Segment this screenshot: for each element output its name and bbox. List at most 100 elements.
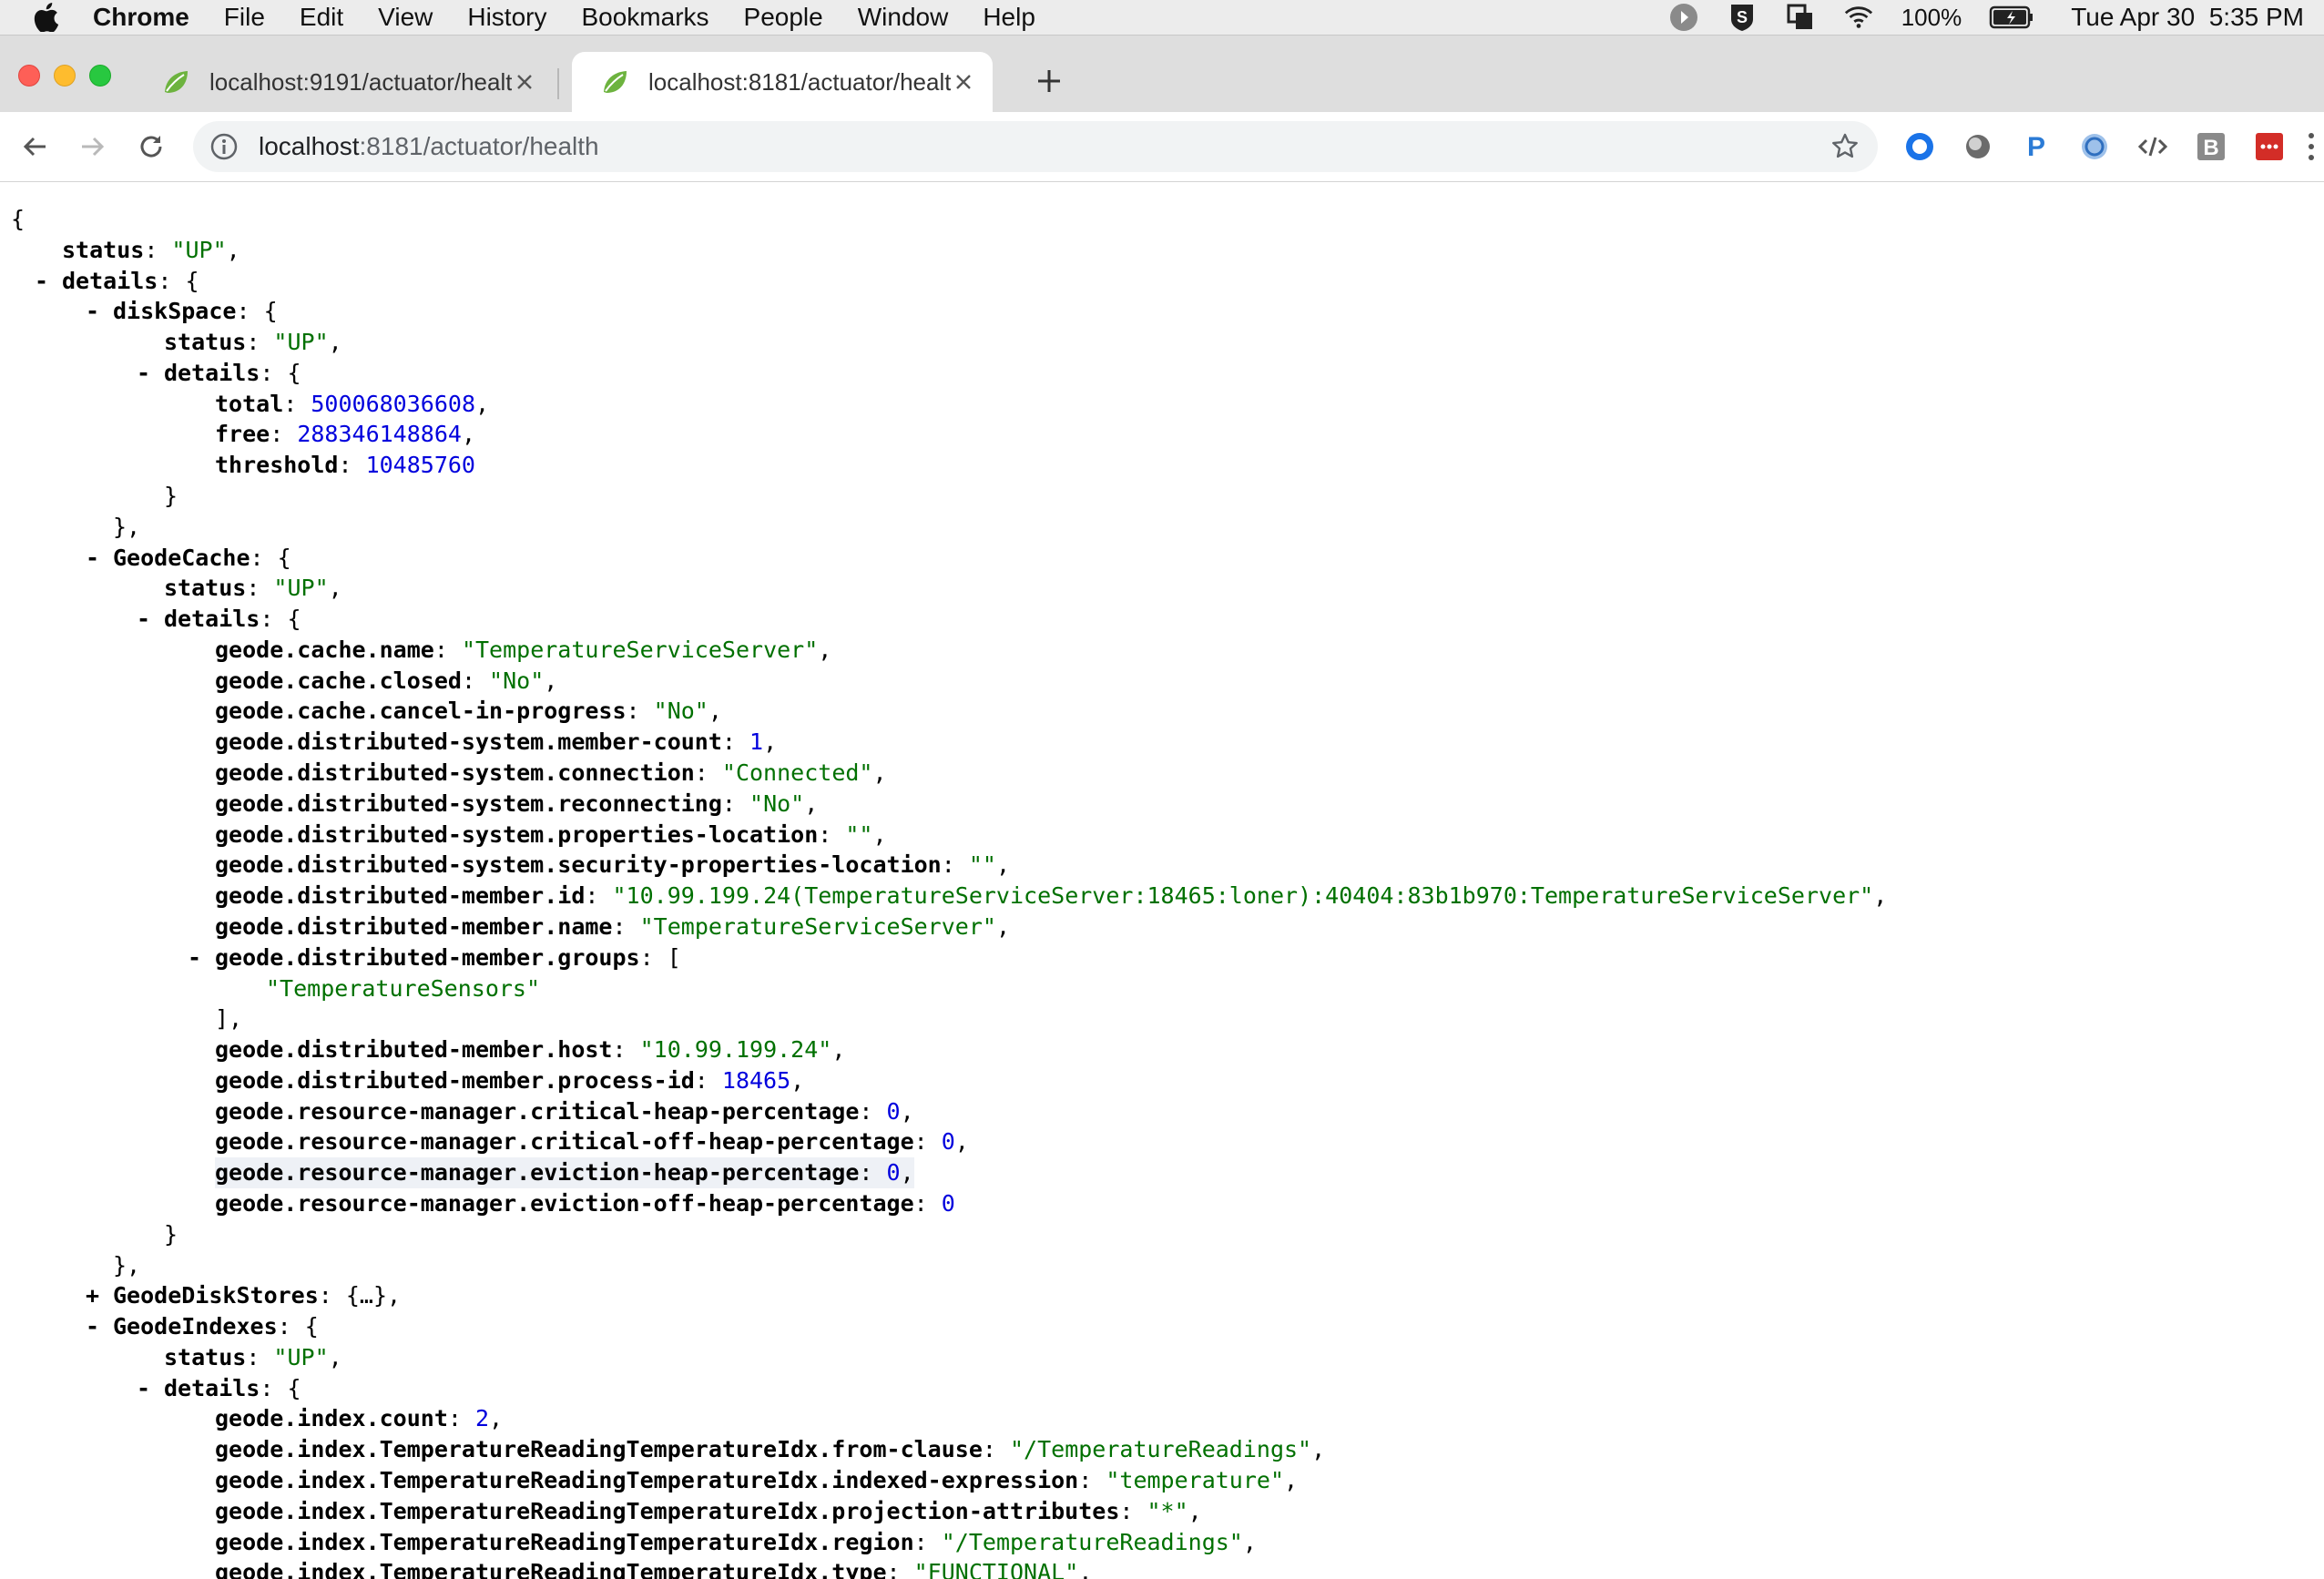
json-line: ], [215, 1003, 242, 1034]
extension-b-icon[interactable]: B [2195, 130, 2227, 163]
json-punctuation: , [1311, 1436, 1326, 1463]
apple-icon[interactable] [31, 2, 62, 33]
media-play-icon[interactable] [1668, 2, 1699, 33]
json-line: geode.resource-manager.eviction-heap-per… [215, 1157, 914, 1189]
minimize-window-button[interactable] [54, 65, 76, 87]
expand-toggle[interactable]: + [86, 1280, 99, 1311]
collapse-toggle[interactable]: - [137, 1373, 150, 1404]
collapse-toggle[interactable]: - [86, 1311, 99, 1342]
shield-s-icon[interactable]: S [1727, 2, 1758, 33]
extension-circle-blue-icon[interactable] [1903, 130, 1936, 163]
collapse-toggle[interactable]: - [188, 942, 201, 973]
reload-button[interactable] [133, 128, 169, 165]
tab-close-icon[interactable] [951, 69, 976, 95]
battery-icon[interactable] [1989, 2, 2034, 33]
collapse-toggle[interactable]: - [86, 296, 99, 327]
json-punctuation: , [995, 912, 1011, 940]
chrome-menu-icon[interactable] [2302, 130, 2320, 163]
extension-lastpass-icon[interactable] [2253, 130, 2286, 163]
close-window-button[interactable] [18, 65, 40, 87]
json-string-value: "TemperatureServiceServer" [639, 912, 996, 940]
tab-close-icon[interactable] [512, 69, 537, 95]
json-key: status [164, 1343, 247, 1370]
menu-history[interactable]: History [467, 3, 546, 32]
collapse-toggle[interactable]: - [137, 604, 150, 635]
tab-localhost-9191[interactable]: localhost:9191/actuator/health [133, 52, 554, 112]
arrow-right-icon [82, 137, 105, 157]
extension-grey-orb-icon[interactable] [1962, 130, 1994, 163]
json-punctuation: : [1078, 1466, 1106, 1493]
json-punctuation: , [831, 1036, 846, 1064]
url-path: :8181/actuator/health [359, 132, 599, 160]
json-key: threshold [215, 452, 339, 479]
menu-file[interactable]: File [224, 3, 265, 32]
wifi-icon[interactable] [1843, 2, 1874, 33]
json-line: geode.index.count: 2, [215, 1403, 503, 1434]
json-key: geode.cache.closed [215, 667, 462, 694]
fullscreen-window-button[interactable] [89, 65, 111, 87]
extension-p-icon[interactable]: P [2020, 130, 2053, 163]
json-viewer: {status: "UP", - details: {- diskSpace: {st… [0, 182, 2324, 1579]
extension-code-icon[interactable] [2136, 130, 2169, 163]
json-punctuation: : [694, 1066, 722, 1094]
json-punctuation: , [900, 1097, 914, 1125]
json-string-value: "No" [653, 698, 708, 725]
json-punctuation: : [859, 1159, 887, 1187]
info-icon[interactable] [209, 132, 239, 161]
json-string-value: "UP" [273, 1343, 329, 1370]
menu-window[interactable]: Window [858, 3, 949, 32]
menu-view[interactable]: View [378, 3, 433, 32]
collapse-toggle[interactable]: - [86, 543, 99, 574]
collapse-toggle[interactable]: - [137, 358, 150, 389]
menu-app-chrome[interactable]: Chrome [93, 3, 189, 32]
json-number-value: 0 [941, 1189, 955, 1217]
json-punctuation: : { [260, 606, 301, 633]
json-key: geode.distributed-member.name [215, 912, 613, 940]
json-punctuation: : { [260, 1374, 301, 1401]
address-bar[interactable]: localhost:8181/actuator/health [193, 121, 1878, 172]
json-line: }, [113, 512, 140, 543]
arrow-left-icon [23, 137, 46, 157]
collapse-toggle[interactable]: - [35, 266, 48, 297]
json-punctuation: : [612, 1036, 640, 1064]
menu-edit[interactable]: Edit [300, 3, 343, 32]
json-number-value: 2 [474, 1405, 490, 1432]
url-text[interactable]: localhost:8181/actuator/health [259, 132, 599, 161]
json-punctuation: : [433, 636, 462, 663]
json-line: total: 500068036608, [215, 389, 489, 420]
clock[interactable]: Tue Apr 30 5:35 PM [2071, 3, 2304, 32]
back-button[interactable] [16, 128, 53, 165]
menu-help[interactable]: Help [983, 3, 1035, 32]
json-punctuation: } [164, 483, 178, 510]
json-line: geode.cache.closed: "No", [215, 666, 557, 697]
extension-globe-icon[interactable] [2078, 130, 2111, 163]
json-punctuation: : [913, 1189, 942, 1217]
browser-toolbar: localhost:8181/actuator/health P B [0, 112, 2324, 182]
menu-bookmarks[interactable]: Bookmarks [581, 3, 708, 32]
bookmark-star-icon[interactable] [1830, 132, 1860, 161]
json-line: geode.distributed-member.process-id: 184… [215, 1065, 804, 1096]
json-string-value: "TemperatureSensors" [266, 974, 541, 1002]
json-punctuation: , [1242, 1528, 1257, 1555]
json-key: geode.distributed-member.host [215, 1036, 613, 1064]
menu-people[interactable]: People [744, 3, 823, 32]
json-key: geode.resource-manager.eviction-heap-per… [215, 1159, 860, 1187]
json-punctuation: , [872, 820, 887, 848]
screen-mirror-icon[interactable] [1785, 2, 1816, 33]
json-key: geode.index.count [215, 1405, 448, 1432]
json-line: - details: { [137, 604, 301, 635]
json-punctuation: : { [250, 544, 291, 571]
json-key: geode.distributed-system.properties-loca… [215, 820, 819, 848]
json-punctuation: , [818, 636, 832, 663]
json-punctuation: }, [113, 513, 141, 540]
json-punctuation: , [763, 728, 778, 756]
json-line: geode.distributed-system.properties-loca… [215, 820, 887, 851]
json-punctuation: : { [236, 298, 278, 325]
svg-text:S: S [1737, 8, 1748, 26]
json-punctuation: , [1187, 1497, 1202, 1524]
forward-button[interactable] [75, 128, 111, 165]
json-line: geode.cache.cancel-in-progress: "No", [215, 696, 722, 727]
new-tab-button[interactable] [1031, 63, 1067, 99]
tab-localhost-8181[interactable]: localhost:8181/actuator/health [572, 52, 993, 112]
battery-percentage: 100% [1901, 3, 1962, 31]
